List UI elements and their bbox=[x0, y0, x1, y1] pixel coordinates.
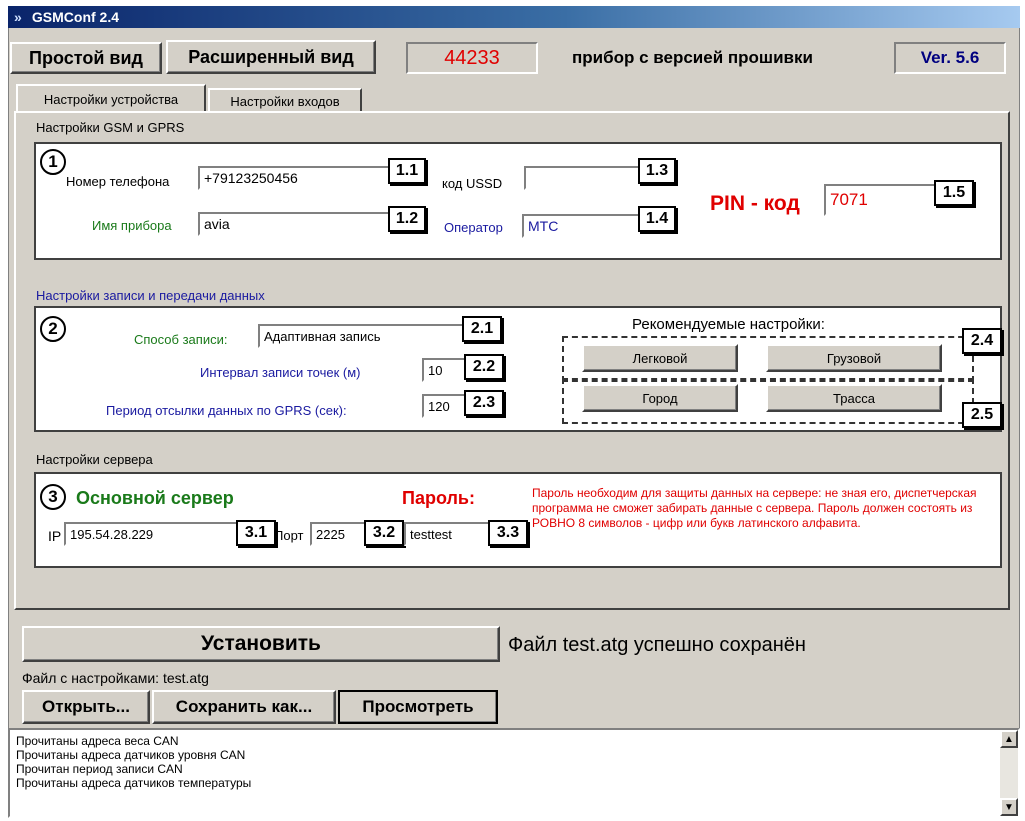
save-as-button[interactable]: Сохранить как... bbox=[152, 690, 336, 724]
phone-label: Номер телефона bbox=[66, 174, 170, 189]
password-note: Пароль необходим для защиты данных на се… bbox=[532, 486, 977, 530]
method-select[interactable]: Адаптивная запись bbox=[258, 324, 470, 348]
main-server-label: Основной сервер bbox=[76, 488, 234, 508]
firmware-label: прибор с версией прошивки bbox=[572, 48, 813, 67]
tab-device-settings[interactable]: Настройки устройства bbox=[16, 84, 206, 112]
log-line: Прочитаны адреса веса CAN bbox=[16, 734, 179, 748]
device-name-label: Имя прибора bbox=[92, 218, 172, 233]
recording-section-title: Настройки записи и передачи данных bbox=[36, 288, 265, 303]
status-message: Файл test.atg успешно сохранён bbox=[508, 634, 806, 656]
tag-2-4: 2.4 bbox=[962, 328, 1002, 354]
scroll-up-icon[interactable]: ▲ bbox=[1000, 730, 1018, 748]
install-button[interactable]: Установить bbox=[22, 626, 500, 662]
preset-truck-button[interactable]: Грузовой bbox=[766, 344, 942, 372]
recommended-title: Рекомендуемые настройки: bbox=[632, 316, 825, 333]
tag-1-4: 1.4 bbox=[638, 206, 676, 232]
ussd-label: код USSD bbox=[442, 176, 503, 191]
ip-input[interactable]: 195.54.28.229 bbox=[64, 522, 244, 546]
tag-2-1: 2.1 bbox=[462, 316, 502, 342]
gsm-section-title: Настройки GSM и GPRS bbox=[36, 120, 185, 135]
ip-label: IP bbox=[48, 528, 62, 544]
tag-1-3: 1.3 bbox=[638, 158, 676, 184]
pin-label: PIN - код bbox=[710, 192, 800, 215]
preset-city-button[interactable]: Город bbox=[582, 384, 738, 412]
preset-highway-button[interactable]: Трасса bbox=[766, 384, 942, 412]
app-icon: » bbox=[14, 9, 22, 25]
tag-1-5: 1.5 bbox=[934, 180, 974, 206]
phone-input[interactable]: +79123250456 bbox=[198, 166, 394, 190]
operator-select[interactable]: МТС bbox=[522, 214, 656, 238]
marker-1: 1 bbox=[40, 149, 66, 175]
operator-label: Оператор bbox=[444, 220, 503, 235]
tag-1-2: 1.2 bbox=[388, 206, 426, 232]
tag-1-1: 1.1 bbox=[388, 158, 426, 184]
title-bar[interactable]: » GSMConf 2.4 bbox=[8, 6, 1020, 28]
tag-3-1: 3.1 bbox=[236, 520, 276, 546]
log-line: Прочитаны адреса датчиков уровня CAN bbox=[16, 748, 246, 762]
tag-3-2: 3.2 bbox=[364, 520, 404, 546]
marker-2: 2 bbox=[40, 316, 66, 342]
firmware-version: Ver. 5.6 bbox=[894, 42, 1006, 74]
preset-car-button[interactable]: Легковой bbox=[582, 344, 738, 372]
tag-3-3: 3.3 bbox=[488, 520, 528, 546]
interval-label: Интервал записи точек (м) bbox=[200, 365, 361, 380]
log-line: Прочитан период записи CAN bbox=[16, 762, 183, 776]
settings-file-label: Файл с настройками: test.atg bbox=[22, 670, 209, 686]
tag-2-3: 2.3 bbox=[464, 390, 504, 416]
window-title: GSMConf 2.4 bbox=[31, 9, 120, 25]
port-input[interactable]: 2225 bbox=[310, 522, 372, 546]
marker-3: 3 bbox=[40, 484, 66, 510]
method-label: Способ записи: bbox=[134, 332, 228, 347]
device-id-display: 44233 bbox=[406, 42, 538, 74]
ussd-input[interactable] bbox=[524, 166, 654, 190]
device-name-input[interactable]: avia bbox=[198, 212, 394, 236]
scroll-down-icon[interactable]: ▼ bbox=[1000, 798, 1018, 816]
open-button[interactable]: Открыть... bbox=[22, 690, 150, 724]
simple-view-button[interactable]: Простой вид bbox=[10, 42, 162, 74]
interval-input[interactable]: 10 bbox=[422, 358, 468, 382]
period-label: Период отсылки данных по GPRS (сек): bbox=[106, 403, 347, 418]
port-label: Порт bbox=[274, 528, 304, 543]
view-button[interactable]: Просмотреть bbox=[338, 690, 498, 724]
tag-2-5: 2.5 bbox=[962, 402, 1002, 428]
log-area[interactable]: Прочитаны адреса веса CAN Прочитаны адре… bbox=[8, 728, 1020, 818]
password-input[interactable]: testtest bbox=[404, 522, 496, 546]
tab-input-settings[interactable]: Настройки входов bbox=[208, 88, 362, 112]
log-line: Прочитаны адреса датчиков температуры bbox=[16, 776, 252, 790]
period-input[interactable]: 120 bbox=[422, 394, 468, 418]
tag-2-2: 2.2 bbox=[464, 354, 504, 380]
server-section-title: Настройки сервера bbox=[36, 452, 153, 467]
password-label: Пароль: bbox=[402, 488, 475, 508]
extended-view-button[interactable]: Расширенный вид bbox=[166, 40, 376, 74]
